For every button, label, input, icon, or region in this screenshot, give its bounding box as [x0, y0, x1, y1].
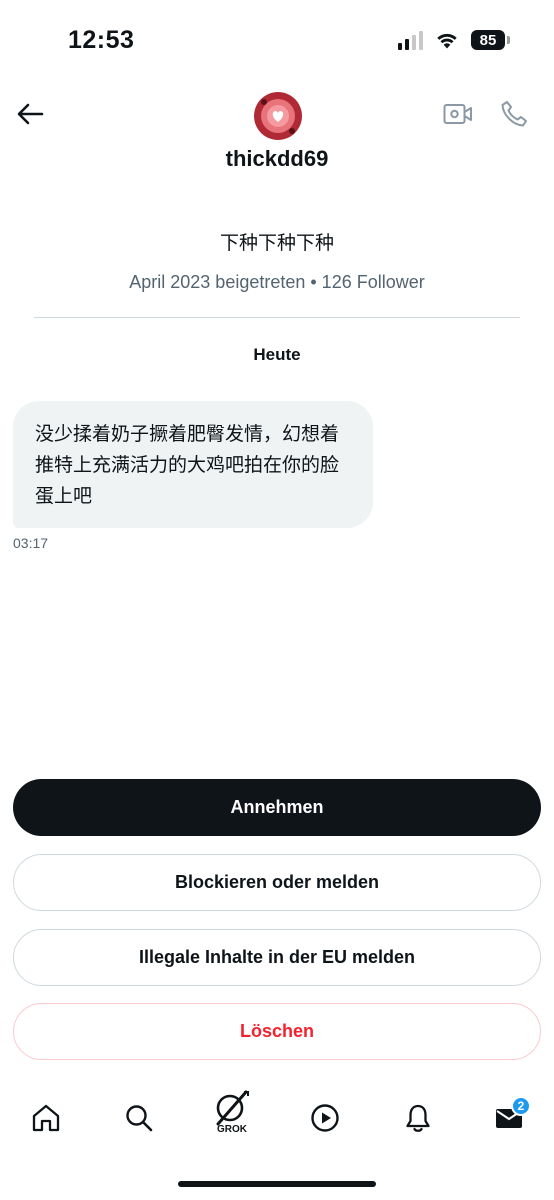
status-icons: 85	[398, 30, 510, 50]
block-or-report-button[interactable]: Blockieren oder melden	[13, 854, 541, 911]
arrow-left-icon	[17, 103, 44, 125]
nav-home[interactable]	[22, 1094, 70, 1142]
nav-notifications[interactable]	[394, 1094, 442, 1142]
nav-video[interactable]	[301, 1094, 349, 1142]
divider	[34, 317, 520, 318]
home-icon	[32, 1104, 60, 1132]
battery-level: 85	[471, 30, 505, 50]
messages-badge: 2	[511, 1096, 531, 1116]
battery-icon: 85	[471, 30, 510, 50]
signal-icon	[398, 30, 423, 50]
nav-grok[interactable]: GROK	[208, 1088, 256, 1144]
report-illegal-content-button[interactable]: Illegale Inhalte in der EU melden	[13, 929, 541, 986]
day-label: Heute	[253, 345, 301, 364]
phone-icon	[501, 101, 527, 127]
play-icon	[311, 1104, 339, 1132]
profile-display-name: 下种下种下种	[219, 232, 334, 254]
bottom-nav: GROK 2	[0, 1080, 554, 1160]
grok-label: GROK	[217, 1124, 247, 1135]
grok-icon	[216, 1090, 249, 1126]
nav-search[interactable]	[115, 1094, 163, 1142]
status-bar: 12:53 85	[0, 0, 554, 80]
search-icon	[126, 1105, 153, 1132]
message-text: 没少揉着奶子撅着肥臀发情，幻想着推特上充满活力的大鸡吧拍在你的脸蛋上吧	[35, 423, 340, 507]
bell-icon	[406, 1104, 430, 1132]
avatar-image	[254, 92, 302, 140]
wifi-icon	[437, 33, 457, 49]
conversation-username[interactable]: thickdd69	[0, 146, 554, 172]
video-icon	[443, 104, 472, 124]
home-indicator	[178, 1181, 376, 1187]
back-button[interactable]	[12, 96, 48, 132]
profile-meta: April 2023 beigetreten • 126 Follower	[129, 272, 425, 292]
status-time: 12:53	[68, 26, 135, 54]
message-timestamp: 03:17	[13, 535, 49, 551]
delete-button[interactable]: Löschen	[13, 1003, 541, 1060]
nav-messages[interactable]: 2	[485, 1094, 533, 1142]
video-call-button[interactable]	[440, 98, 476, 130]
accept-button[interactable]: Annehmen	[13, 779, 541, 836]
avatar[interactable]	[254, 92, 302, 140]
message-bubble[interactable]: 没少揉着奶子撅着肥臀发情，幻想着推特上充满活力的大鸡吧拍在你的脸蛋上吧	[13, 401, 373, 528]
voice-call-button[interactable]	[496, 96, 532, 132]
